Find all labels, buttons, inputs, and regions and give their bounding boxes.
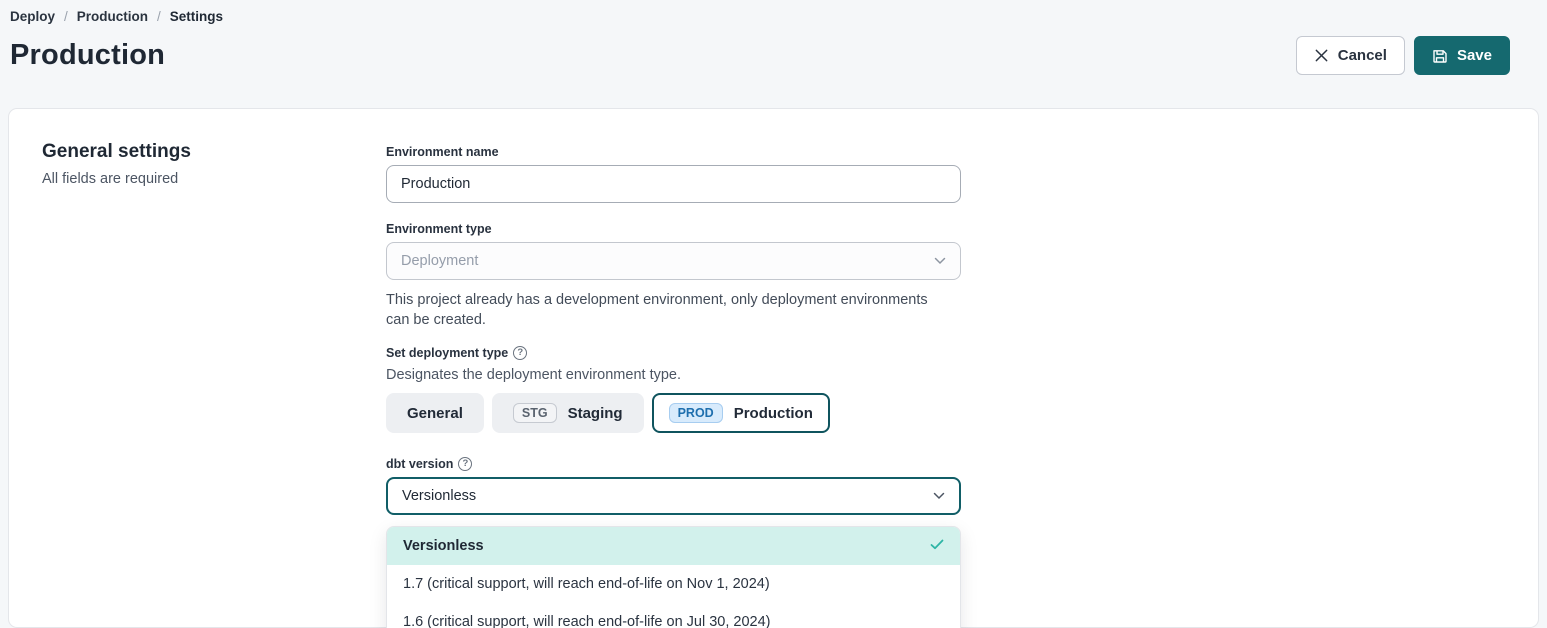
dropdown-option-versionless[interactable]: Versionless [387,527,960,565]
breadcrumb-separator: / [157,9,161,24]
deployment-option-staging[interactable]: STG Staging [492,393,644,433]
dbt-version-value: Versionless [402,488,476,504]
environment-type-help-text: This project already has a development e… [386,290,931,330]
dropdown-option-label: Versionless [403,538,484,554]
save-button[interactable]: Save [1414,36,1510,75]
dbt-version-select[interactable]: Versionless [386,477,961,515]
panel-subheading: All fields are required [42,171,191,187]
dropdown-option-label: 1.7 (critical support, will reach end-of… [403,576,770,592]
panel-form: Environment name Environment type Deploy… [386,145,961,628]
breadcrumb-production[interactable]: Production [77,9,148,24]
prod-badge: PROD [669,403,723,424]
deployment-option-general[interactable]: General [386,393,484,433]
chevron-down-icon [934,253,946,269]
environment-type-label: Environment type [386,222,961,236]
deployment-option-production[interactable]: PROD Production [652,393,830,433]
page-header: Production Cancel Save [0,24,1547,75]
dropdown-option-1-7[interactable]: 1.7 (critical support, will reach end-of… [387,565,960,603]
header-actions: Cancel Save [1296,36,1510,75]
settings-card: General settings All fields are required… [8,108,1539,628]
deployment-type-options: General STG Staging PROD Production [386,393,961,433]
dropdown-option-label: 1.6 (critical support, will reach end-of… [403,614,771,628]
breadcrumb-deploy[interactable]: Deploy [10,9,55,24]
deployment-type-description: Designates the deployment environment ty… [386,367,961,383]
deployment-type-label: Set deployment type ? [386,346,961,360]
deployment-type-label-text: Set deployment type [386,346,508,360]
stg-badge: STG [513,403,557,424]
dbt-version-label-text: dbt version [386,457,453,471]
panel-heading: General settings [42,141,191,163]
top-bar: Deploy / Production / Settings [0,0,1547,24]
close-icon [1314,48,1329,63]
deployment-option-staging-label: Staging [568,405,623,422]
dropdown-option-1-6[interactable]: 1.6 (critical support, will reach end-of… [387,603,960,628]
breadcrumb: Deploy / Production / Settings [10,9,1547,24]
panel-info: General settings All fields are required [42,141,191,187]
dbt-version-label: dbt version ? [386,457,961,471]
help-icon[interactable]: ? [513,346,527,360]
environment-name-label: Environment name [386,145,961,159]
cancel-button[interactable]: Cancel [1296,36,1405,75]
deployment-option-general-label: General [407,405,463,422]
breadcrumb-separator: / [64,9,68,24]
help-icon[interactable]: ? [458,457,472,471]
environment-type-select: Deployment [386,242,961,280]
environment-name-input[interactable] [386,165,961,203]
deployment-option-production-label: Production [734,405,813,422]
environment-type-value: Deployment [401,253,478,269]
chevron-down-icon [933,488,945,504]
check-icon [930,538,944,554]
cancel-button-label: Cancel [1338,47,1387,64]
page-title: Production [10,39,165,72]
save-icon [1432,48,1448,64]
breadcrumb-settings: Settings [170,9,223,24]
save-button-label: Save [1457,47,1492,64]
dbt-version-dropdown-menu: Versionless 1.7 (critical support, will … [386,526,961,628]
